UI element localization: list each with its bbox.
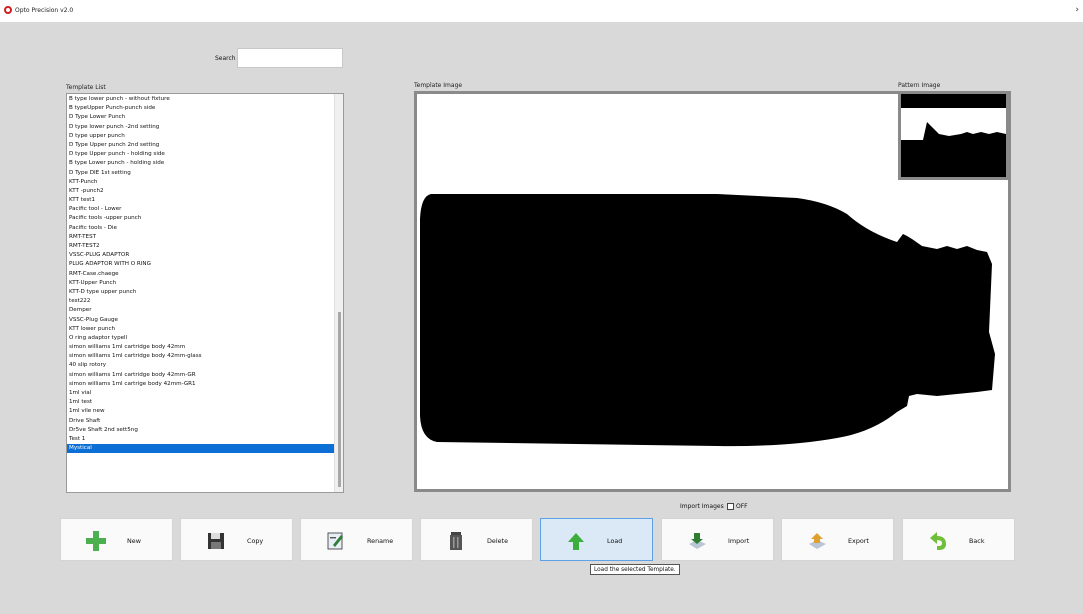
app-logo-icon [4, 6, 12, 14]
template-list-item[interactable]: RMT-TEST2 [67, 242, 337, 251]
template-list-item[interactable]: KTT test1 [67, 196, 337, 205]
search-label: Search [215, 55, 236, 62]
template-list-items: B type lower punch - without fixture B ty… [67, 95, 337, 454]
trash-icon [450, 532, 462, 550]
copy-button-label: Copy [247, 537, 264, 545]
template-list-item[interactable]: 1ml test [67, 398, 337, 407]
back-button[interactable]: Back [902, 518, 1015, 561]
template-list-item[interactable]: simon williams 1ml cartridge body 42mm-g… [67, 352, 337, 361]
rename-icon [327, 532, 343, 550]
template-list-item[interactable]: PLUG ADAPTOR WITH O RING [67, 260, 337, 269]
template-list-item[interactable]: B type lower punch - without fixture [67, 95, 337, 104]
import-images-label: Import Images [680, 503, 724, 510]
template-list-item[interactable]: D Type Upper punch 2nd setting [67, 141, 337, 150]
window-title: Opto Precision v2.0 [15, 7, 74, 14]
template-list-item[interactable]: D Type Lower Punch [67, 113, 337, 122]
import-images-checkbox[interactable] [727, 503, 734, 510]
template-list-item[interactable]: D type Upper punch - holding side [67, 150, 337, 159]
template-list-item[interactable]: 1ml vial [67, 389, 337, 398]
import-images-state: OFF [736, 503, 748, 510]
template-list-item[interactable]: simon williams 1ml cartridge body 42mm-G… [67, 371, 337, 380]
template-list-item[interactable]: KTT -punch2 [67, 187, 337, 196]
arrow-up-icon [568, 533, 584, 550]
template-list-item[interactable]: simon williams 1ml cartrige body 42mm-GR… [67, 380, 337, 389]
template-list-item[interactable]: Demper [67, 306, 337, 315]
back-arrow-icon [930, 532, 946, 550]
export-button-label: Export [848, 537, 869, 545]
template-list-item[interactable]: 1ml vile new [67, 407, 337, 416]
load-button-label: Load [607, 537, 623, 545]
template-list-item[interactable]: Pacific tools -upper punch [67, 214, 337, 223]
template-list-item[interactable]: VSSC-PLUG ADAPTOR [67, 251, 337, 260]
plus-icon [86, 531, 106, 551]
template-list-item[interactable]: D type lower punch -2nd setting [67, 123, 337, 132]
template-list-item[interactable]: Mystical [67, 444, 337, 454]
template-list-item[interactable]: Test 1 [67, 435, 337, 444]
template-list-item[interactable]: KTT-Punch [67, 178, 337, 187]
new-button[interactable]: New [60, 518, 173, 561]
floppy-disk-icon [208, 533, 224, 549]
template-list-item[interactable]: B typeUpper Punch-punch side [67, 104, 337, 113]
template-list-item[interactable]: Pacific tools - Die [67, 224, 337, 233]
template-list-item[interactable]: O ring adaptor typell [67, 334, 337, 343]
export-button[interactable]: Export [781, 518, 894, 561]
import-icon [689, 533, 706, 549]
template-list-item[interactable]: 40 slip rotory [67, 361, 337, 370]
template-list-item[interactable]: RMT-Case.chaege [67, 270, 337, 279]
load-tooltip: Load the selected Template. [590, 564, 680, 575]
template-list-item[interactable]: RMT-TEST [67, 233, 337, 242]
template-image-label: Template Image [414, 82, 463, 89]
export-icon [809, 533, 826, 549]
scrollbar-thumb[interactable] [338, 312, 341, 487]
template-list-item[interactable]: D Type DIE 1st setting [67, 169, 337, 178]
template-list-item[interactable]: KTT lower punch [67, 325, 337, 334]
template-list-item[interactable]: Dr5ve Shaft 2nd sett5ng [67, 426, 337, 435]
template-list-item[interactable]: VSSC-Plug Gauge [67, 316, 337, 325]
import-button-label: Import [728, 537, 750, 545]
pattern-image-view [898, 91, 1009, 180]
template-list-item[interactable]: KTT-D type upper punch [67, 288, 337, 297]
copy-button[interactable]: Copy [180, 518, 293, 561]
template-list-item[interactable]: Pacific tool - Lower [67, 205, 337, 214]
pattern-image-label: Pattern Image [898, 82, 941, 89]
search-input[interactable] [237, 48, 343, 68]
load-button[interactable]: Load [540, 518, 653, 561]
template-list-item[interactable]: D type upper punch [67, 132, 337, 141]
import-button[interactable]: Import [661, 518, 774, 561]
template-list-scrollbar[interactable] [334, 94, 343, 492]
chevron-right-icon[interactable]: › [1075, 5, 1079, 15]
template-list-item[interactable]: B type Lower punch - holding side [67, 159, 337, 168]
new-button-label: New [127, 537, 141, 545]
template-list-item[interactable]: KTT-Upper Punch [67, 279, 337, 288]
rename-button[interactable]: Rename [300, 518, 413, 561]
delete-button[interactable]: Delete [420, 518, 533, 561]
delete-button-label: Delete [487, 537, 508, 545]
template-list-item[interactable]: test222 [67, 297, 337, 306]
title-bar: Opto Precision v2.0 › [0, 0, 1083, 22]
template-list[interactable]: B type lower punch - without fixture B ty… [66, 93, 344, 493]
back-button-label: Back [969, 537, 985, 545]
template-list-item[interactable]: simon williams 1ml cartridge body 42mm [67, 343, 337, 352]
pattern-image [901, 94, 1006, 177]
template-list-label: Template List [66, 84, 106, 91]
template-list-item[interactable]: Drive Shaft [67, 417, 337, 426]
rename-button-label: Rename [367, 537, 394, 545]
